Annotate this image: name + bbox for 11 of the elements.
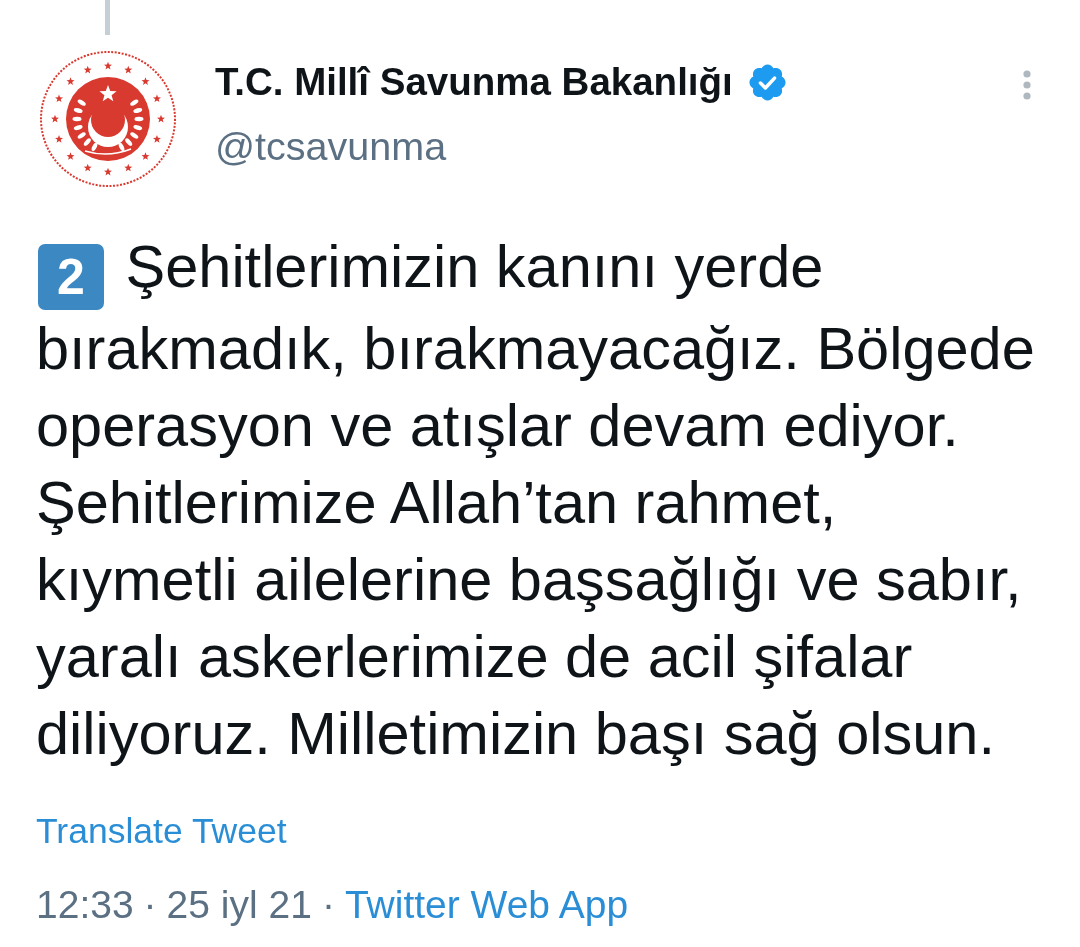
crescent-star-emblem-icon[interactable]: [39, 50, 177, 188]
tweet-date: 25 iyl 21: [166, 882, 312, 928]
account-name[interactable]: T.C. Millî Savunma Bakanlığı: [215, 59, 733, 105]
source-link[interactable]: Twitter Web App: [344, 882, 629, 928]
account-handle[interactable]: @tcsavunma: [215, 122, 447, 170]
tweet-text: 2 Şehitlerimizin kanını yerde bırakmadık, bırakmayacağız. Bölgede operasyon ve atışlar devam ediyor. Şehitlerimize Allah’tan rahmet, kıymetli ailelerine başsağlığı ve sabır, yaralı askerlerimize de acil şifalar diliyoruz. Milletimizin başı sağ olsun.: [36, 232, 1036, 769]
more-icon: [1022, 70, 1032, 100]
translate-link[interactable]: Translate Tweet: [36, 810, 287, 852]
separator-dot: ·: [321, 882, 335, 928]
separator-dot: ·: [143, 882, 157, 928]
tweet-time: 12:33: [36, 882, 134, 928]
